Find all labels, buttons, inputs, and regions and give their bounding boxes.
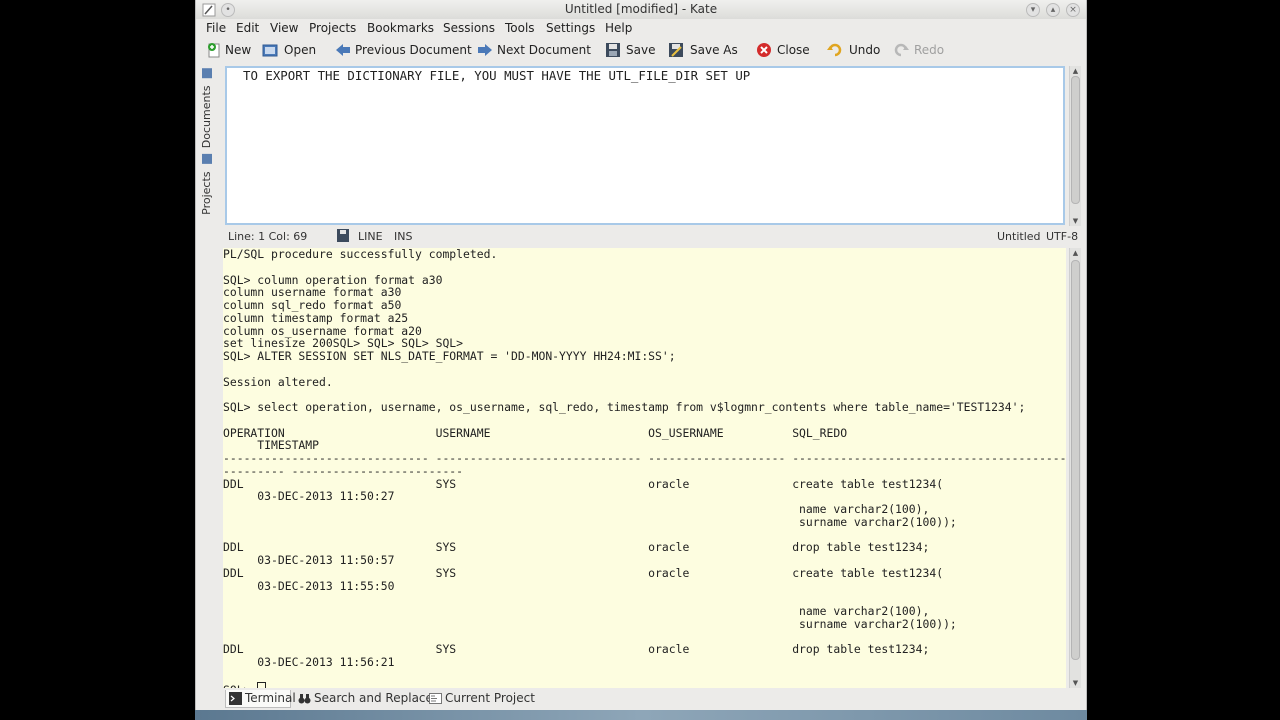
scroll-down-arrow-icon[interactable]: ▼	[1070, 216, 1081, 226]
menu-file[interactable]: File	[206, 21, 226, 35]
terminal-prompt-line[interactable]: SQL>	[223, 681, 267, 688]
menu-view[interactable]: View	[270, 21, 298, 35]
floppy-save-icon	[606, 43, 620, 57]
bottom-tool-tabs: Terminal Search and Replace Current Proj…	[225, 689, 1086, 709]
terminal-scroll-up-icon[interactable]: ▲	[1070, 248, 1081, 258]
modified-floppy-icon	[337, 229, 349, 242]
menu-bookmarks[interactable]: Bookmarks	[367, 21, 434, 35]
menu-settings[interactable]: Settings	[546, 21, 595, 35]
terminal-panel[interactable]: PL/SQL procedure successfully completed.…	[223, 248, 1066, 688]
tab-current-project[interactable]: Current Project	[426, 690, 536, 708]
terminal-scrollbar[interactable]: ▲ ▼	[1069, 248, 1081, 688]
arrow-right-icon	[478, 44, 492, 56]
terminal-prompt: SQL>	[223, 683, 257, 688]
previous-document-button[interactable]: Previous Document	[335, 41, 472, 59]
desktop-background-strip	[195, 710, 1087, 720]
scroll-up-arrow-icon[interactable]: ▲	[1070, 66, 1081, 76]
next-document-button[interactable]: Next Document	[477, 41, 591, 59]
insert-mode[interactable]: INS	[394, 230, 412, 243]
save-button[interactable]: Save	[605, 41, 657, 59]
tab-projects[interactable]: Projects	[200, 154, 213, 215]
terminal-cursor	[257, 681, 267, 688]
open-folder-icon	[262, 44, 278, 57]
projects-icon	[202, 154, 212, 164]
terminal-line: DDL SYS oracle create table test1234(	[223, 565, 944, 580]
terminal-icon	[229, 692, 242, 705]
terminal-line: PL/SQL procedure successfully completed.	[223, 248, 498, 261]
project-icon	[429, 693, 442, 704]
window-title: Untitled [modified] - Kate	[564, 2, 718, 16]
menu-edit[interactable]: Edit	[236, 21, 259, 35]
new-document-icon	[208, 43, 220, 58]
terminal-line: 03-DEC-2013 11:55:50	[223, 578, 395, 593]
minimize-icon[interactable]: ▾	[1026, 3, 1040, 17]
redo-button[interactable]: Redo	[893, 41, 944, 59]
close-button[interactable]: Close	[756, 41, 811, 59]
arrow-left-icon	[336, 44, 350, 56]
status-bar: Line: 1 Col: 69 LINE INS Untitled UTF-8	[225, 228, 1086, 246]
terminal-line: Session altered.	[223, 374, 333, 389]
terminal-line: SQL> select operation, username, os_user…	[223, 400, 1026, 414]
save-as-icon	[669, 43, 683, 57]
close-document-icon	[757, 43, 771, 57]
tab-search-and-replace[interactable]: Search and Replace	[295, 690, 433, 708]
terminal-scroll-thumb[interactable]	[1071, 260, 1080, 660]
title-bar[interactable]: • Untitled [modified] - Kate ▾ ▴ ×	[196, 0, 1086, 19]
terminal-line: 03-DEC-2013 11:56:21	[223, 655, 395, 669]
document-name: Untitled	[997, 230, 1041, 243]
save-as-button[interactable]: Save As	[668, 41, 738, 59]
undo-button[interactable]: Undo	[827, 41, 882, 59]
kate-window: • Untitled [modified] - Kate ▾ ▴ × File …	[195, 0, 1087, 720]
tab-terminal[interactable]: Terminal	[225, 690, 296, 708]
left-sidebar-tabs: Documents Projects	[200, 66, 220, 226]
encoding[interactable]: UTF-8	[1046, 230, 1078, 243]
menu-help[interactable]: Help	[605, 21, 632, 35]
terminal-scroll-down-icon[interactable]: ▼	[1070, 678, 1081, 688]
selection-mode[interactable]: LINE	[358, 230, 383, 243]
main-toolbar: New Open Previous Document Next Document…	[196, 38, 1086, 62]
menu-tools[interactable]: Tools	[505, 21, 535, 35]
terminal-line: --------- -------------------------	[223, 463, 464, 478]
maximize-icon[interactable]: ▴	[1046, 3, 1060, 17]
tab-documents[interactable]: Documents	[200, 68, 213, 148]
editor-line-1: TO EXPORT THE DICTIONARY FILE, YOU MUST …	[243, 68, 751, 83]
text-editor[interactable]: TO EXPORT THE DICTIONARY FILE, YOU MUST …	[225, 66, 1065, 225]
terminal-line: surname varchar2(100));	[223, 616, 957, 631]
terminal-line: column timestamp format a25	[223, 310, 409, 325]
close-window-icon[interactable]: ×	[1066, 3, 1080, 17]
binoculars-icon	[298, 694, 311, 704]
open-button[interactable]: Open	[262, 41, 320, 59]
editor-scroll-thumb[interactable]	[1071, 76, 1080, 204]
new-button[interactable]: New	[206, 41, 256, 59]
editor-scrollbar[interactable]: ▲ ▼	[1069, 66, 1081, 226]
menu-projects[interactable]: Projects	[309, 21, 356, 35]
terminal-line: surname varchar2(100));	[223, 514, 957, 529]
terminal-line: SQL> ALTER SESSION SET NLS_DATE_FORMAT =…	[223, 349, 676, 363]
undo-icon	[827, 43, 842, 57]
menu-sessions[interactable]: Sessions	[443, 21, 495, 35]
documents-icon	[202, 68, 212, 78]
menu-bar: File Edit View Projects Bookmarks Sessio…	[196, 19, 1086, 38]
cursor-position: Line: 1 Col: 69	[228, 230, 308, 243]
redo-icon	[894, 43, 909, 57]
